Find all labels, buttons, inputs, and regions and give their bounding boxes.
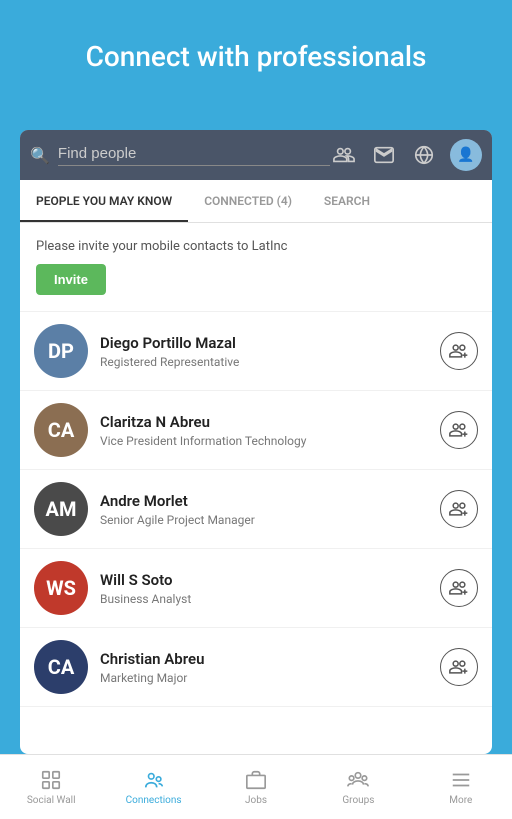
bottom-nav: Social Wall Connections Jobs Groups (0, 754, 512, 819)
connect-button[interactable] (440, 648, 478, 686)
person-title: Senior Agile Project Manager (100, 513, 440, 527)
nav-social-wall-label: Social Wall (27, 795, 76, 806)
search-bar: 🔍 👤 (20, 130, 492, 180)
add-person-icon[interactable] (330, 141, 358, 169)
person-title: Vice President Information Technology (100, 434, 440, 448)
search-actions: 👤 (330, 139, 482, 171)
connect-button[interactable] (440, 569, 478, 607)
person-name: Will S Soto (100, 571, 440, 589)
app-card: 🔍 👤 PEOPLE YOU M (20, 130, 492, 754)
tab-people-you-may-know[interactable]: PEOPLE YOU MAY KNOW (20, 180, 188, 222)
person-name: Christian Abreu (100, 650, 440, 668)
person-item: CA Christian Abreu Marketing Major (20, 628, 492, 707)
nav-jobs-label: Jobs (245, 795, 267, 806)
page-title: Connect with professionals (0, 0, 512, 93)
tab-connected[interactable]: CONNECTED (4) (188, 180, 308, 222)
nav-connections-label: Connections (126, 795, 182, 806)
search-input[interactable] (58, 145, 330, 166)
search-input-wrap: 🔍 (30, 145, 330, 166)
nav-more-label: More (449, 795, 472, 806)
nav-social-wall[interactable]: Social Wall (0, 761, 102, 814)
person-item: DP Diego Portillo Mazal Registered Repre… (20, 312, 492, 391)
nav-more[interactable]: More (410, 761, 512, 814)
nav-groups-label: Groups (342, 795, 374, 806)
person-item: AM Andre Morlet Senior Agile Project Man… (20, 470, 492, 549)
invite-button[interactable]: Invite (36, 264, 106, 295)
person-name: Andre Morlet (100, 492, 440, 510)
person-avatar: CA (34, 403, 88, 457)
person-name: Claritza N Abreu (100, 413, 440, 431)
globe-icon[interactable] (410, 141, 438, 169)
nav-connections[interactable]: Connections (102, 761, 204, 814)
user-avatar[interactable]: 👤 (450, 139, 482, 171)
connect-button[interactable] (440, 490, 478, 528)
person-title: Business Analyst (100, 592, 440, 606)
invite-text: Please invite your mobile contacts to La… (36, 239, 476, 254)
tab-search[interactable]: SEARCH (308, 180, 386, 222)
people-list: DP Diego Portillo Mazal Registered Repre… (20, 312, 492, 754)
person-item: CA Claritza N Abreu Vice President Infor… (20, 391, 492, 470)
person-info: Christian Abreu Marketing Major (100, 650, 440, 685)
search-icon: 🔍 (30, 146, 50, 165)
invite-banner: Please invite your mobile contacts to La… (20, 223, 492, 312)
person-avatar: CA (34, 640, 88, 694)
connect-button[interactable] (440, 332, 478, 370)
person-info: Claritza N Abreu Vice President Informat… (100, 413, 440, 448)
person-avatar: AM (34, 482, 88, 536)
person-avatar: DP (34, 324, 88, 378)
person-item: WS Will S Soto Business Analyst (20, 549, 492, 628)
nav-jobs[interactable]: Jobs (205, 761, 307, 814)
message-icon[interactable] (370, 141, 398, 169)
person-info: Diego Portillo Mazal Registered Represen… (100, 334, 440, 369)
person-info: Will S Soto Business Analyst (100, 571, 440, 606)
person-avatar: WS (34, 561, 88, 615)
person-title: Marketing Major (100, 671, 440, 685)
tabs: PEOPLE YOU MAY KNOW CONNECTED (4) SEARCH (20, 180, 492, 223)
person-name: Diego Portillo Mazal (100, 334, 440, 352)
nav-groups[interactable]: Groups (307, 761, 409, 814)
person-title: Registered Representative (100, 355, 440, 369)
connect-button[interactable] (440, 411, 478, 449)
person-info: Andre Morlet Senior Agile Project Manage… (100, 492, 440, 527)
